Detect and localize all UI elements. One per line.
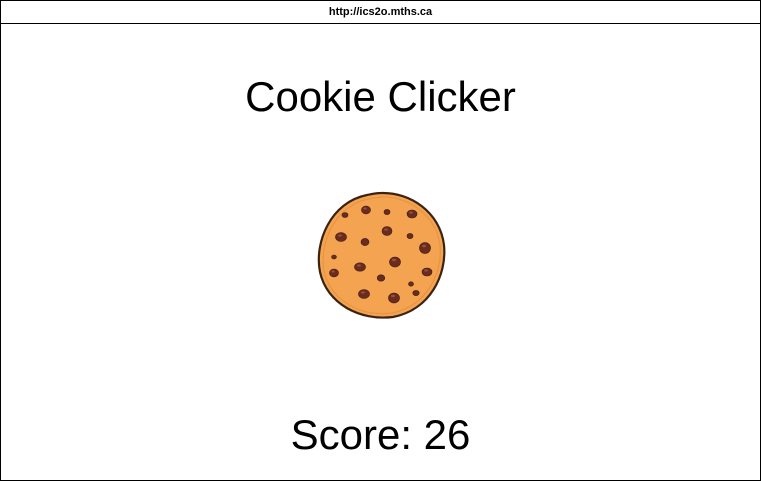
cookie-button[interactable] xyxy=(315,190,447,320)
cookie-body xyxy=(317,191,446,319)
url-text: http://ics2o.mths.ca xyxy=(328,6,433,18)
game-title: Cookie Clicker xyxy=(245,73,516,120)
score-display: Score: 26 xyxy=(290,411,471,458)
url-bar: http://ics2o.mths.ca xyxy=(1,1,760,24)
cookie-icon[interactable] xyxy=(315,190,447,320)
browser-window: http://ics2o.mths.ca Cookie Clicker Scor… xyxy=(0,0,761,481)
